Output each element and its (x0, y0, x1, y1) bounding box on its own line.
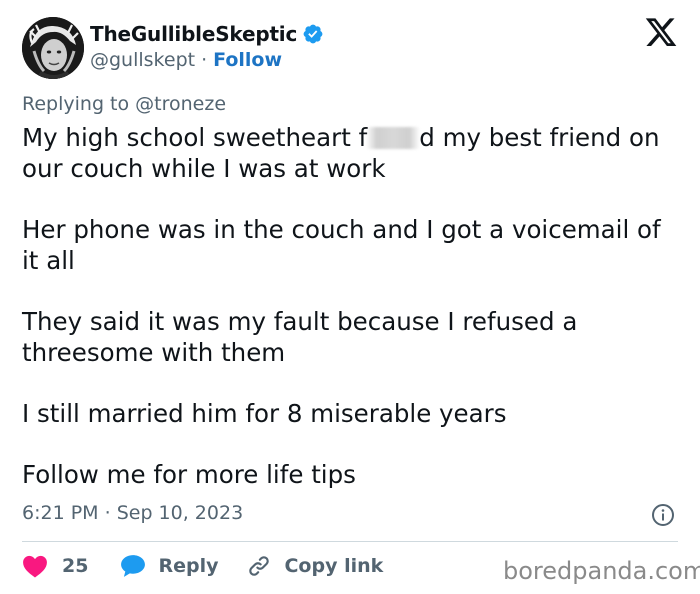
author-handle[interactable]: @gullskept (90, 49, 195, 71)
timestamp-date: Sep 10, 2023 (116, 502, 244, 524)
x-logo-icon[interactable] (644, 18, 678, 50)
timestamp-separator: · (104, 502, 111, 524)
copy-link-button[interactable]: Copy link (246, 553, 383, 579)
replying-prefix: Replying to (22, 93, 130, 115)
author-display-name[interactable]: TheGullibleSkeptic (90, 22, 297, 46)
heart-icon (22, 554, 48, 578)
reply-label: Reply (158, 555, 219, 577)
divider (22, 541, 678, 542)
follow-button[interactable]: Follow (213, 49, 282, 71)
tweet-paragraph: Her phone was in the couch and I got a v… (22, 215, 669, 275)
tweet-card: TheGullibleSkeptic @gullskept · Follow R… (0, 0, 700, 594)
reply-bubble-icon (120, 554, 146, 578)
replying-to: Replying to @troneze (22, 93, 226, 117)
tweet-actions: 25 Reply Copy link (22, 550, 383, 582)
author-name-row: TheGullibleSkeptic (90, 21, 324, 47)
like-button[interactable]: 25 (22, 554, 88, 578)
tweet-paragraph: My high school sweetheart fd my best fri… (22, 122, 672, 184)
reply-button[interactable]: Reply (120, 554, 218, 578)
info-icon[interactable] (651, 503, 675, 527)
like-count: 25 (62, 555, 89, 577)
link-icon (246, 553, 272, 579)
avatar[interactable] (22, 17, 84, 79)
censored-word (366, 127, 421, 149)
tweet-paragraph: I still married him for 8 miserable year… (22, 399, 507, 428)
copy-link-label: Copy link (284, 555, 384, 577)
tweet-text: My high school sweetheart fd my best fri… (22, 122, 672, 490)
verified-badge-icon (302, 23, 324, 45)
tweet-text-segment: My high school sweetheart f (22, 123, 368, 152)
tweet-paragraph: Follow me for more life tips (22, 460, 356, 489)
replying-mention[interactable]: @troneze (135, 93, 226, 115)
tweet-paragraph: They said it was my fault because I refu… (22, 307, 586, 367)
tweet-timestamp[interactable]: 6:21 PM · Sep 10, 2023 (22, 502, 243, 528)
timestamp-time: 6:21 PM (22, 502, 99, 524)
watermark: boredpanda.com (503, 557, 700, 585)
handle-separator: · (201, 49, 208, 71)
author-handle-row: @gullskept · Follow (90, 47, 282, 73)
